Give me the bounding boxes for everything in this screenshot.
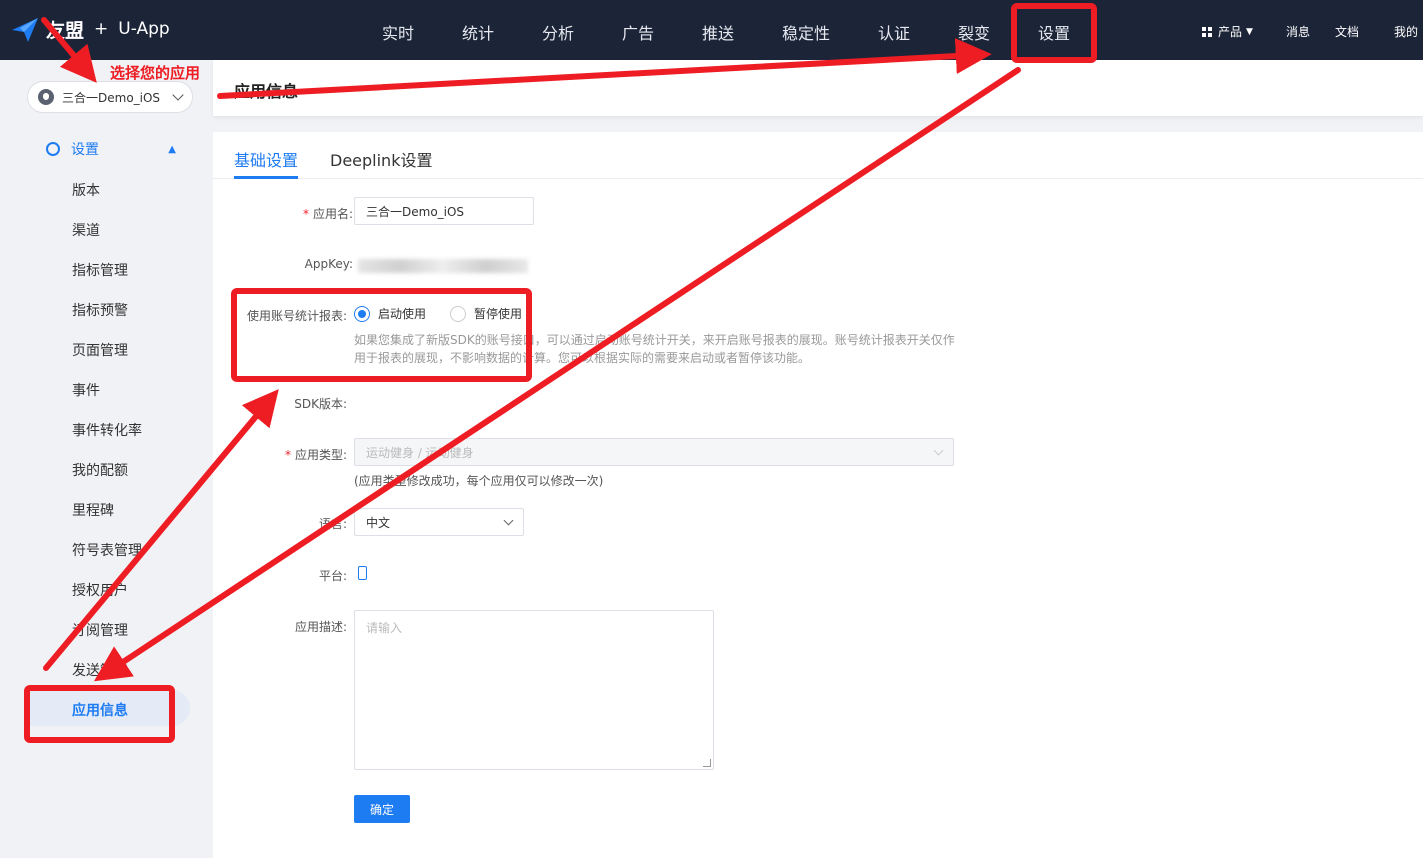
app-name-label: * 应用名: [213, 205, 353, 222]
nav-realtime[interactable]: 实时 [382, 20, 414, 44]
chevron-down-icon [172, 89, 184, 101]
appkey-label: AppKey: [213, 257, 353, 271]
bird-logo-icon [12, 18, 38, 42]
menu-group-label: 设置 [71, 142, 99, 158]
apple-icon [38, 89, 54, 105]
radio-enable[interactable]: 启动使用 [354, 305, 426, 322]
radio-enable-label: 启动使用 [378, 307, 427, 321]
brand-plus: + [94, 19, 109, 39]
umeng-logo[interactable]: 友盟 + U-App [10, 14, 170, 44]
sidebar-item-subscriptions[interactable]: 订阅管理 [72, 620, 128, 640]
platform-label: 平台: [207, 567, 347, 584]
sidebar-item-send-policy[interactable]: 发送策略 [72, 660, 128, 680]
chevron-down-icon [933, 445, 944, 455]
nav-push[interactable]: 推送 [702, 20, 734, 44]
tab-deeplink-settings[interactable]: Deeplink设置 [330, 147, 432, 171]
page-title: 应用信息 [234, 82, 299, 101]
sidebar-item-app-info[interactable]: 应用信息 [72, 700, 128, 720]
mine-link[interactable]: 我的 [1394, 23, 1418, 40]
nav-stability[interactable]: 稳定性 [782, 20, 830, 44]
sidebar-item-authorized-users[interactable]: 授权用户 [72, 580, 128, 600]
docs-link[interactable]: 文档 [1335, 23, 1359, 40]
description-label: 应用描述: [207, 618, 347, 635]
account-stats-label: 使用账号统计报表: [207, 307, 347, 324]
description-textarea[interactable]: 请输入 [354, 610, 714, 770]
menu-group-settings[interactable]: 设置 ▲ [46, 139, 176, 159]
app-type-value: 运动健身 / 运动健身 [366, 445, 474, 460]
description-placeholder: 请输入 [366, 621, 403, 635]
nav-analysis[interactable]: 分析 [542, 20, 574, 44]
product-name: U-App [118, 19, 170, 39]
caret-down-icon: ▼ [1246, 26, 1253, 37]
app-selector[interactable]: 三合一Demo_iOS [27, 81, 193, 113]
sidebar: 三合一Demo_iOS 设置 ▲ 版本 渠道 指标管理 指标预警 页面管理 事件… [0, 60, 213, 858]
messages-link[interactable]: 消息 [1286, 23, 1310, 40]
sidebar-item-milestone[interactable]: 里程碑 [72, 500, 114, 520]
sidebar-item-funnel[interactable]: 事件转化率 [72, 420, 142, 440]
sidebar-item-pages[interactable]: 页面管理 [72, 340, 128, 360]
app-name-value: 三合一Demo_iOS [366, 204, 465, 219]
products-menu[interactable]: 产品 ▼ [1202, 23, 1253, 40]
nav-auth[interactable]: 认证 [878, 20, 910, 44]
tab-bar: 基础设置 Deeplink设置 [213, 132, 1423, 179]
sidebar-item-channel[interactable]: 渠道 [72, 220, 100, 240]
language-label: 语言: [207, 515, 347, 532]
sidebar-item-metrics[interactable]: 指标管理 [72, 260, 128, 280]
radio-disable-label: 暂停使用 [474, 307, 523, 321]
radio-disable[interactable]: 暂停使用 [450, 305, 522, 322]
nav-settings[interactable]: 设置 [1038, 20, 1070, 44]
description-label-text: 应用描述: [294, 620, 347, 634]
main-content: 基础设置 Deeplink设置 * 应用名: 三合一Demo_iOS AppKey… [213, 132, 1423, 858]
account-stats-label-text: 使用账号统计报表: [246, 309, 347, 323]
app-type-label: * 应用类型: [207, 446, 347, 463]
top-navbar: 友盟 + U-App 实时 统计 分析 广告 推送 稳定性 认证 裂变 设置 产… [0, 0, 1423, 60]
app-type-select[interactable]: 运动健身 / 运动健身 [354, 438, 954, 466]
appkey-label-text: AppKey: [304, 257, 353, 271]
phone-icon [358, 566, 367, 580]
app-name-label-text: 应用名: [312, 207, 353, 221]
required-mark: * [302, 207, 309, 221]
sidebar-item-quota[interactable]: 我的配额 [72, 460, 128, 480]
tab-basic-settings[interactable]: 基础设置 [234, 147, 298, 171]
language-label-text: 语言: [318, 517, 347, 531]
language-value: 中文 [366, 515, 391, 530]
confirm-button[interactable]: 确定 [354, 795, 410, 823]
sidebar-item-alerts[interactable]: 指标预警 [72, 300, 128, 320]
sdk-version-label-text: SDK版本: [294, 397, 347, 411]
sdk-version-label: SDK版本: [207, 395, 347, 412]
app-name-field[interactable]: 三合一Demo_iOS [354, 197, 534, 225]
required-mark: * [284, 448, 291, 462]
brand-name: 友盟 [46, 19, 85, 42]
account-stats-help: 如果您集成了新版SDK的账号接口，可以通过启动账号统计开关，来开启账号报表的展现… [354, 333, 955, 365]
language-select[interactable]: 中文 [354, 508, 524, 536]
sidebar-item-version[interactable]: 版本 [72, 180, 100, 200]
app-type-label-text: 应用类型: [294, 448, 347, 462]
active-tab-indicator [234, 176, 298, 179]
radio-checked-icon [354, 305, 370, 322]
appkey-value-redacted [358, 259, 528, 273]
sidebar-item-symbols[interactable]: 符号表管理 [72, 540, 142, 560]
nav-ads[interactable]: 广告 [622, 20, 654, 44]
caret-up-icon: ▲ [168, 143, 176, 155]
radio-unchecked-icon [450, 305, 466, 322]
nav-statistics[interactable]: 统计 [462, 20, 494, 44]
gear-icon [46, 142, 60, 156]
products-label: 产品 [1218, 25, 1243, 39]
app-type-note: (应用类型修改成功，每个应用仅可以修改一次) [354, 474, 604, 488]
resize-handle-icon[interactable] [703, 759, 711, 767]
grid-icon [1202, 26, 1212, 37]
platform-label-text: 平台: [318, 569, 347, 583]
app-selector-label: 三合一Demo_iOS [62, 90, 161, 105]
page-header: 应用信息 [213, 60, 1423, 116]
sidebar-item-events[interactable]: 事件 [72, 380, 100, 400]
chevron-down-icon [503, 515, 514, 525]
nav-fission[interactable]: 裂变 [958, 20, 990, 44]
